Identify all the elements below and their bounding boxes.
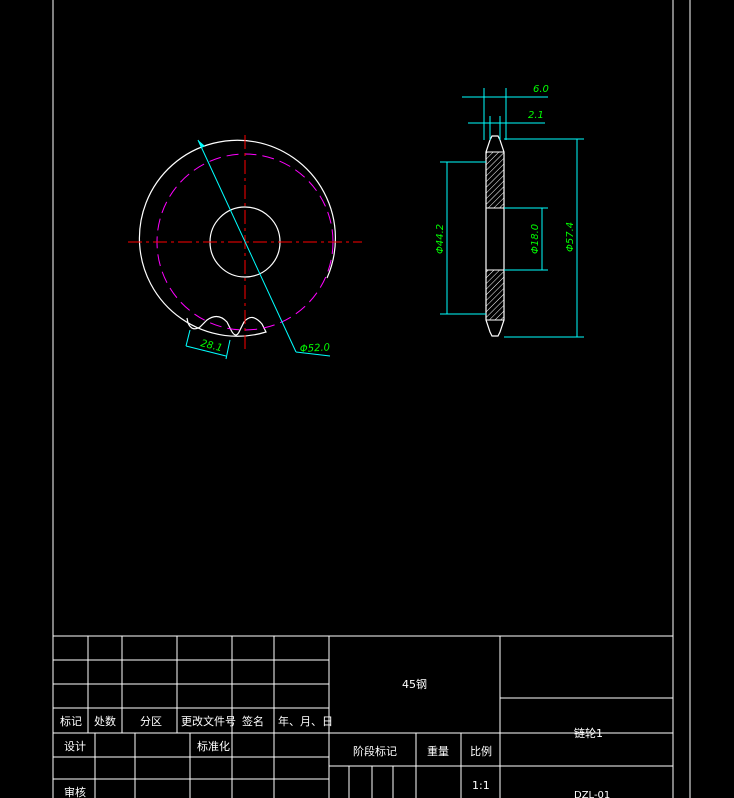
drawing-number-label: DZL-01 bbox=[574, 790, 610, 798]
pitch-ext-line-b bbox=[225, 339, 231, 360]
total-width-label: 6.0 bbox=[533, 84, 549, 95]
col-zone-label: 分区 bbox=[140, 715, 162, 728]
material-label: 45钢 bbox=[402, 678, 427, 691]
tooth-width-label: 2.1 bbox=[528, 110, 544, 121]
col-mark-label: 标记 bbox=[60, 714, 82, 728]
bore-diameter-label: Φ18.0 bbox=[530, 224, 541, 254]
title-block-text: 标记 处数 分区 更改文件号 签名 年、月、日 设计 标准化 审核 45钢 阶段… bbox=[60, 678, 610, 798]
col-count-label: 处数 bbox=[94, 715, 116, 728]
row-review-label: 审核 bbox=[64, 785, 86, 798]
pitch-ext-line-a bbox=[185, 329, 191, 347]
section-hatch-upper bbox=[485, 151, 505, 209]
col-change-doc-label: 更改文件号 bbox=[181, 714, 236, 728]
outer-diameter-label: Φ52.0 bbox=[300, 342, 331, 355]
tip-diameter-label: Φ57.4 bbox=[565, 222, 576, 252]
cad-drawing-canvas: Φ52.0 28.1 6.0 2.1 Φ44.2 Φ18.0 Φ57.4 标记 … bbox=[52, 0, 691, 798]
bore-diameter-dimension bbox=[504, 207, 548, 271]
tooth-pitch-label: 28.1 bbox=[199, 338, 223, 354]
weight-label: 重量 bbox=[427, 744, 449, 758]
scale-label: 比例 bbox=[470, 744, 492, 758]
hub-diameter-dimension bbox=[440, 161, 486, 315]
row-design-label: 设计 bbox=[64, 740, 86, 753]
stage-mark-label: 阶段标记 bbox=[353, 744, 397, 758]
col-date-label: 年、月、日 bbox=[278, 714, 333, 728]
sprocket-outline bbox=[138, 139, 337, 337]
side-view: 6.0 2.1 Φ44.2 Φ18.0 Φ57.4 bbox=[435, 84, 584, 338]
section-hatch-lower bbox=[485, 269, 505, 321]
diameter-dim-line bbox=[197, 139, 297, 353]
part-name-label: 链轮1 bbox=[574, 726, 603, 740]
front-view: Φ52.0 28.1 bbox=[128, 135, 362, 360]
col-signature-label: 签名 bbox=[242, 714, 264, 728]
drawing-frame bbox=[52, 0, 691, 798]
diameter-arrow-top bbox=[198, 140, 205, 148]
scale-value: 1:1 bbox=[472, 779, 490, 792]
hub-diameter-label: Φ44.2 bbox=[435, 224, 446, 254]
row-standardize-label: 标准化 bbox=[197, 739, 230, 753]
